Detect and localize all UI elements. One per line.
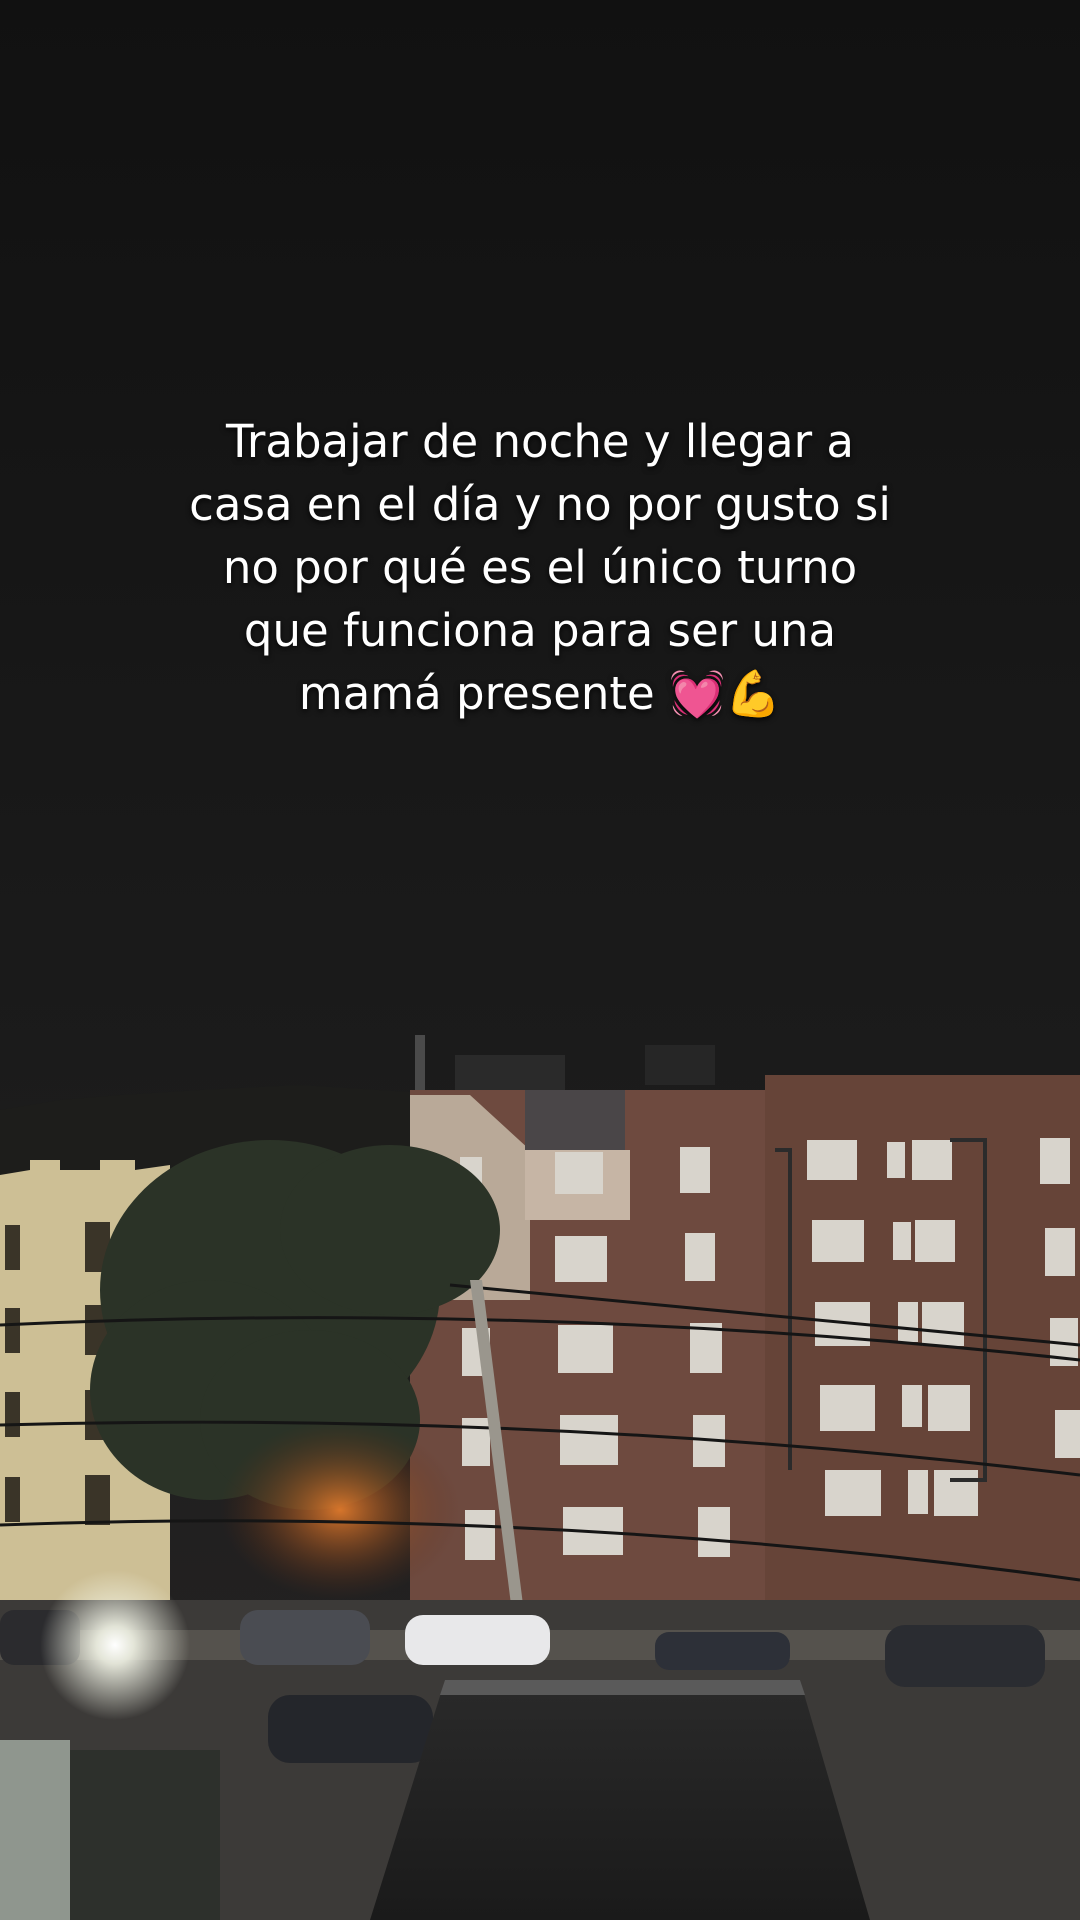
street-lamp-glow <box>40 1570 190 1720</box>
car-dark-1 <box>655 1632 790 1670</box>
rooftop-box <box>455 1055 565 1095</box>
caption-line: no por qué es el único turno <box>222 541 858 594</box>
caption-line: que funciona para ser una <box>243 604 837 657</box>
caption-line: mamá presente 💓💪 <box>298 667 782 720</box>
rooftop-box-2 <box>645 1045 715 1085</box>
car-dark-2 <box>885 1625 1045 1687</box>
foreground-rooftop <box>370 1680 870 1920</box>
car-white <box>405 1615 550 1665</box>
orange-light <box>220 1420 460 1600</box>
caption-line: casa en el día y no por gusto si <box>189 478 891 531</box>
caption-line: Trabajar de noche y llegar a <box>226 415 854 468</box>
car-gray <box>240 1610 370 1665</box>
caption-text: Trabajar de noche y llegar a casa en el … <box>140 410 940 725</box>
rooftop-antenna <box>415 1035 425 1090</box>
car-dark-3 <box>268 1695 433 1763</box>
night-street-photo <box>0 0 1080 1920</box>
